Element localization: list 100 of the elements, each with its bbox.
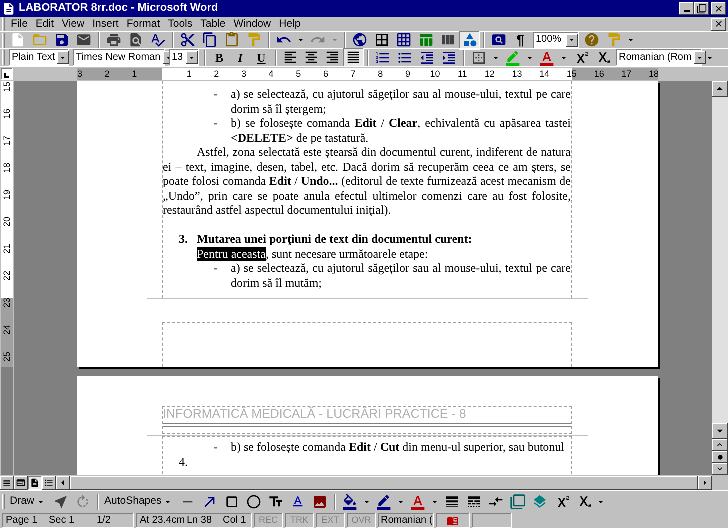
section-heading: Mutarea unei porţiuni de text din documentul curent: <box>197 232 472 246</box>
mode-indicator: TRK <box>285 513 314 528</box>
mode-indicator: OVR <box>347 513 376 528</box>
style-dropdown[interactable]: Plain Text <box>9 49 69 66</box>
bold-button[interactable]: B <box>209 48 230 67</box>
close-document-button[interactable] <box>711 18 726 30</box>
mail-icon[interactable] <box>76 32 92 48</box>
list-number: 3. <box>178 232 189 246</box>
browse-object-icon[interactable] <box>716 454 724 460</box>
menu-item[interactable]: Window <box>230 18 276 30</box>
menu-item[interactable]: Table <box>196 18 230 30</box>
text-box-icon[interactable] <box>268 494 284 510</box>
print-icon[interactable] <box>106 32 122 48</box>
decrease-indent-icon[interactable] <box>419 50 435 66</box>
ruler-number: 6 <box>323 68 328 80</box>
ruler-number: 24 <box>2 325 12 336</box>
dash-style-icon[interactable] <box>466 494 482 510</box>
zoom-dropdown[interactable]: 100% <box>533 32 579 48</box>
close-icon <box>714 4 724 14</box>
clip-art-icon[interactable] <box>312 494 328 510</box>
print-view-button[interactable] <box>28 476 42 490</box>
tab-selector[interactable] <box>1 68 13 80</box>
ruler-number: 3 <box>78 68 83 80</box>
web-view-button[interactable] <box>14 476 28 490</box>
menu-item[interactable]: Insert <box>88 18 123 30</box>
mode-indicator: REC <box>254 513 283 528</box>
mode-indicator: EXT <box>316 513 345 528</box>
line-color-icon[interactable] <box>376 494 392 510</box>
spelling-icon[interactable] <box>150 32 166 48</box>
ruler-number: 19 <box>2 190 12 200</box>
align-justify-button[interactable] <box>343 48 364 67</box>
fill-color-icon[interactable] <box>342 494 358 510</box>
save-icon[interactable] <box>54 32 70 48</box>
font-color-icon[interactable] <box>410 494 426 510</box>
view-icon <box>44 478 54 488</box>
bullet-marker: - <box>213 87 219 103</box>
ruler-number: 25 <box>2 352 12 362</box>
ruler-number: 16 <box>594 68 604 80</box>
border-icon[interactable] <box>471 50 487 66</box>
ruler-number: 8 <box>378 68 384 80</box>
bullet-marker: - <box>213 440 219 454</box>
list-item-text: a) se selectează, cu ajutorul săgeţilor sau al mouse-ului, textul pe care dorim să îl mutăm; <box>231 261 571 290</box>
menu-item[interactable]: Help <box>275 18 305 30</box>
pointer-icon[interactable] <box>52 494 69 510</box>
italic-button[interactable]: I <box>230 48 251 67</box>
print-preview-icon[interactable] <box>128 32 144 48</box>
ruler-number: 17 <box>2 136 12 146</box>
menu-item[interactable]: File <box>7 18 32 30</box>
ruler-number: 20 <box>2 217 12 228</box>
normal-view-button[interactable] <box>0 476 14 490</box>
restore-icon <box>696 4 706 14</box>
ruler-number: 2 <box>104 68 110 80</box>
autoshapes-menu-button[interactable]: AutoShapes <box>102 494 177 510</box>
view-icon <box>2 478 12 488</box>
outline-view-button[interactable] <box>42 476 56 490</box>
table-borders-icon[interactable] <box>374 32 390 48</box>
ruler-number: 17 <box>622 68 632 80</box>
window-title: LABORATOR 8rr.doc - Microsoft Word <box>19 1 218 16</box>
numbered-list-icon[interactable] <box>375 50 391 66</box>
vertical-scrollbar[interactable] <box>712 81 728 475</box>
show-marks-button[interactable]: ¶ <box>510 30 531 50</box>
menu-item[interactable]: View <box>58 18 89 30</box>
drawing-button[interactable] <box>459 30 480 50</box>
ruler-number: 1 <box>132 68 138 80</box>
line-style-icon[interactable] <box>444 494 460 510</box>
list-number: 4. <box>178 454 189 469</box>
status-panel <box>472 513 512 528</box>
horizontal-scrollbar[interactable] <box>56 476 712 490</box>
cut-icon[interactable] <box>180 32 196 48</box>
page-count: 1/2 <box>97 516 111 526</box>
view-icon <box>30 478 40 488</box>
column-indicator: Col 1 <box>223 516 246 526</box>
bullet-marker: - <box>213 116 219 132</box>
bullet-marker: - <box>213 261 219 277</box>
section-indicator: Sec 1 <box>49 516 76 526</box>
document-map-icon[interactable] <box>491 32 507 48</box>
minimize-button[interactable] <box>679 2 694 15</box>
ruler-number: 3 <box>241 68 246 80</box>
menu-item[interactable]: Format <box>122 18 164 30</box>
close-button[interactable] <box>711 2 726 15</box>
font-size-dropdown[interactable]: 13 <box>169 49 199 66</box>
body-paragraph: Pentru aceasta, sunt necesare următoarele etape: <box>196 246 430 261</box>
list-item-text: b) se foloseşte comanda Edit / Clear, echivalentă cu apăsarea tastei <DELETE> de pe tastatură. <box>231 116 571 145</box>
globe-icon[interactable] <box>352 32 368 48</box>
increase-indent-icon[interactable] <box>441 50 457 66</box>
draw-menu-button[interactable]: Draw <box>7 494 50 510</box>
ruler-number: 22 <box>2 271 12 282</box>
restore-button[interactable] <box>694 2 709 15</box>
spelling-status-icon <box>447 514 459 526</box>
shadow-icon[interactable] <box>510 494 526 510</box>
menu-item[interactable]: Tools <box>164 18 197 30</box>
menu-item[interactable]: Edit <box>32 18 58 30</box>
font-color-icon[interactable] <box>539 50 555 66</box>
list-item-text: a) se selectează, cu ajutorul săgeţilor sau al mouse-ului, textul pe care dorim să îl ştergem; <box>231 87 571 116</box>
minimize-icon <box>684 10 690 12</box>
copy-icon[interactable] <box>202 32 218 48</box>
table-icon[interactable] <box>396 32 412 48</box>
paste-icon[interactable] <box>224 32 240 48</box>
ruler-number: 4 <box>268 68 274 80</box>
underline-button[interactable]: U <box>251 48 272 67</box>
